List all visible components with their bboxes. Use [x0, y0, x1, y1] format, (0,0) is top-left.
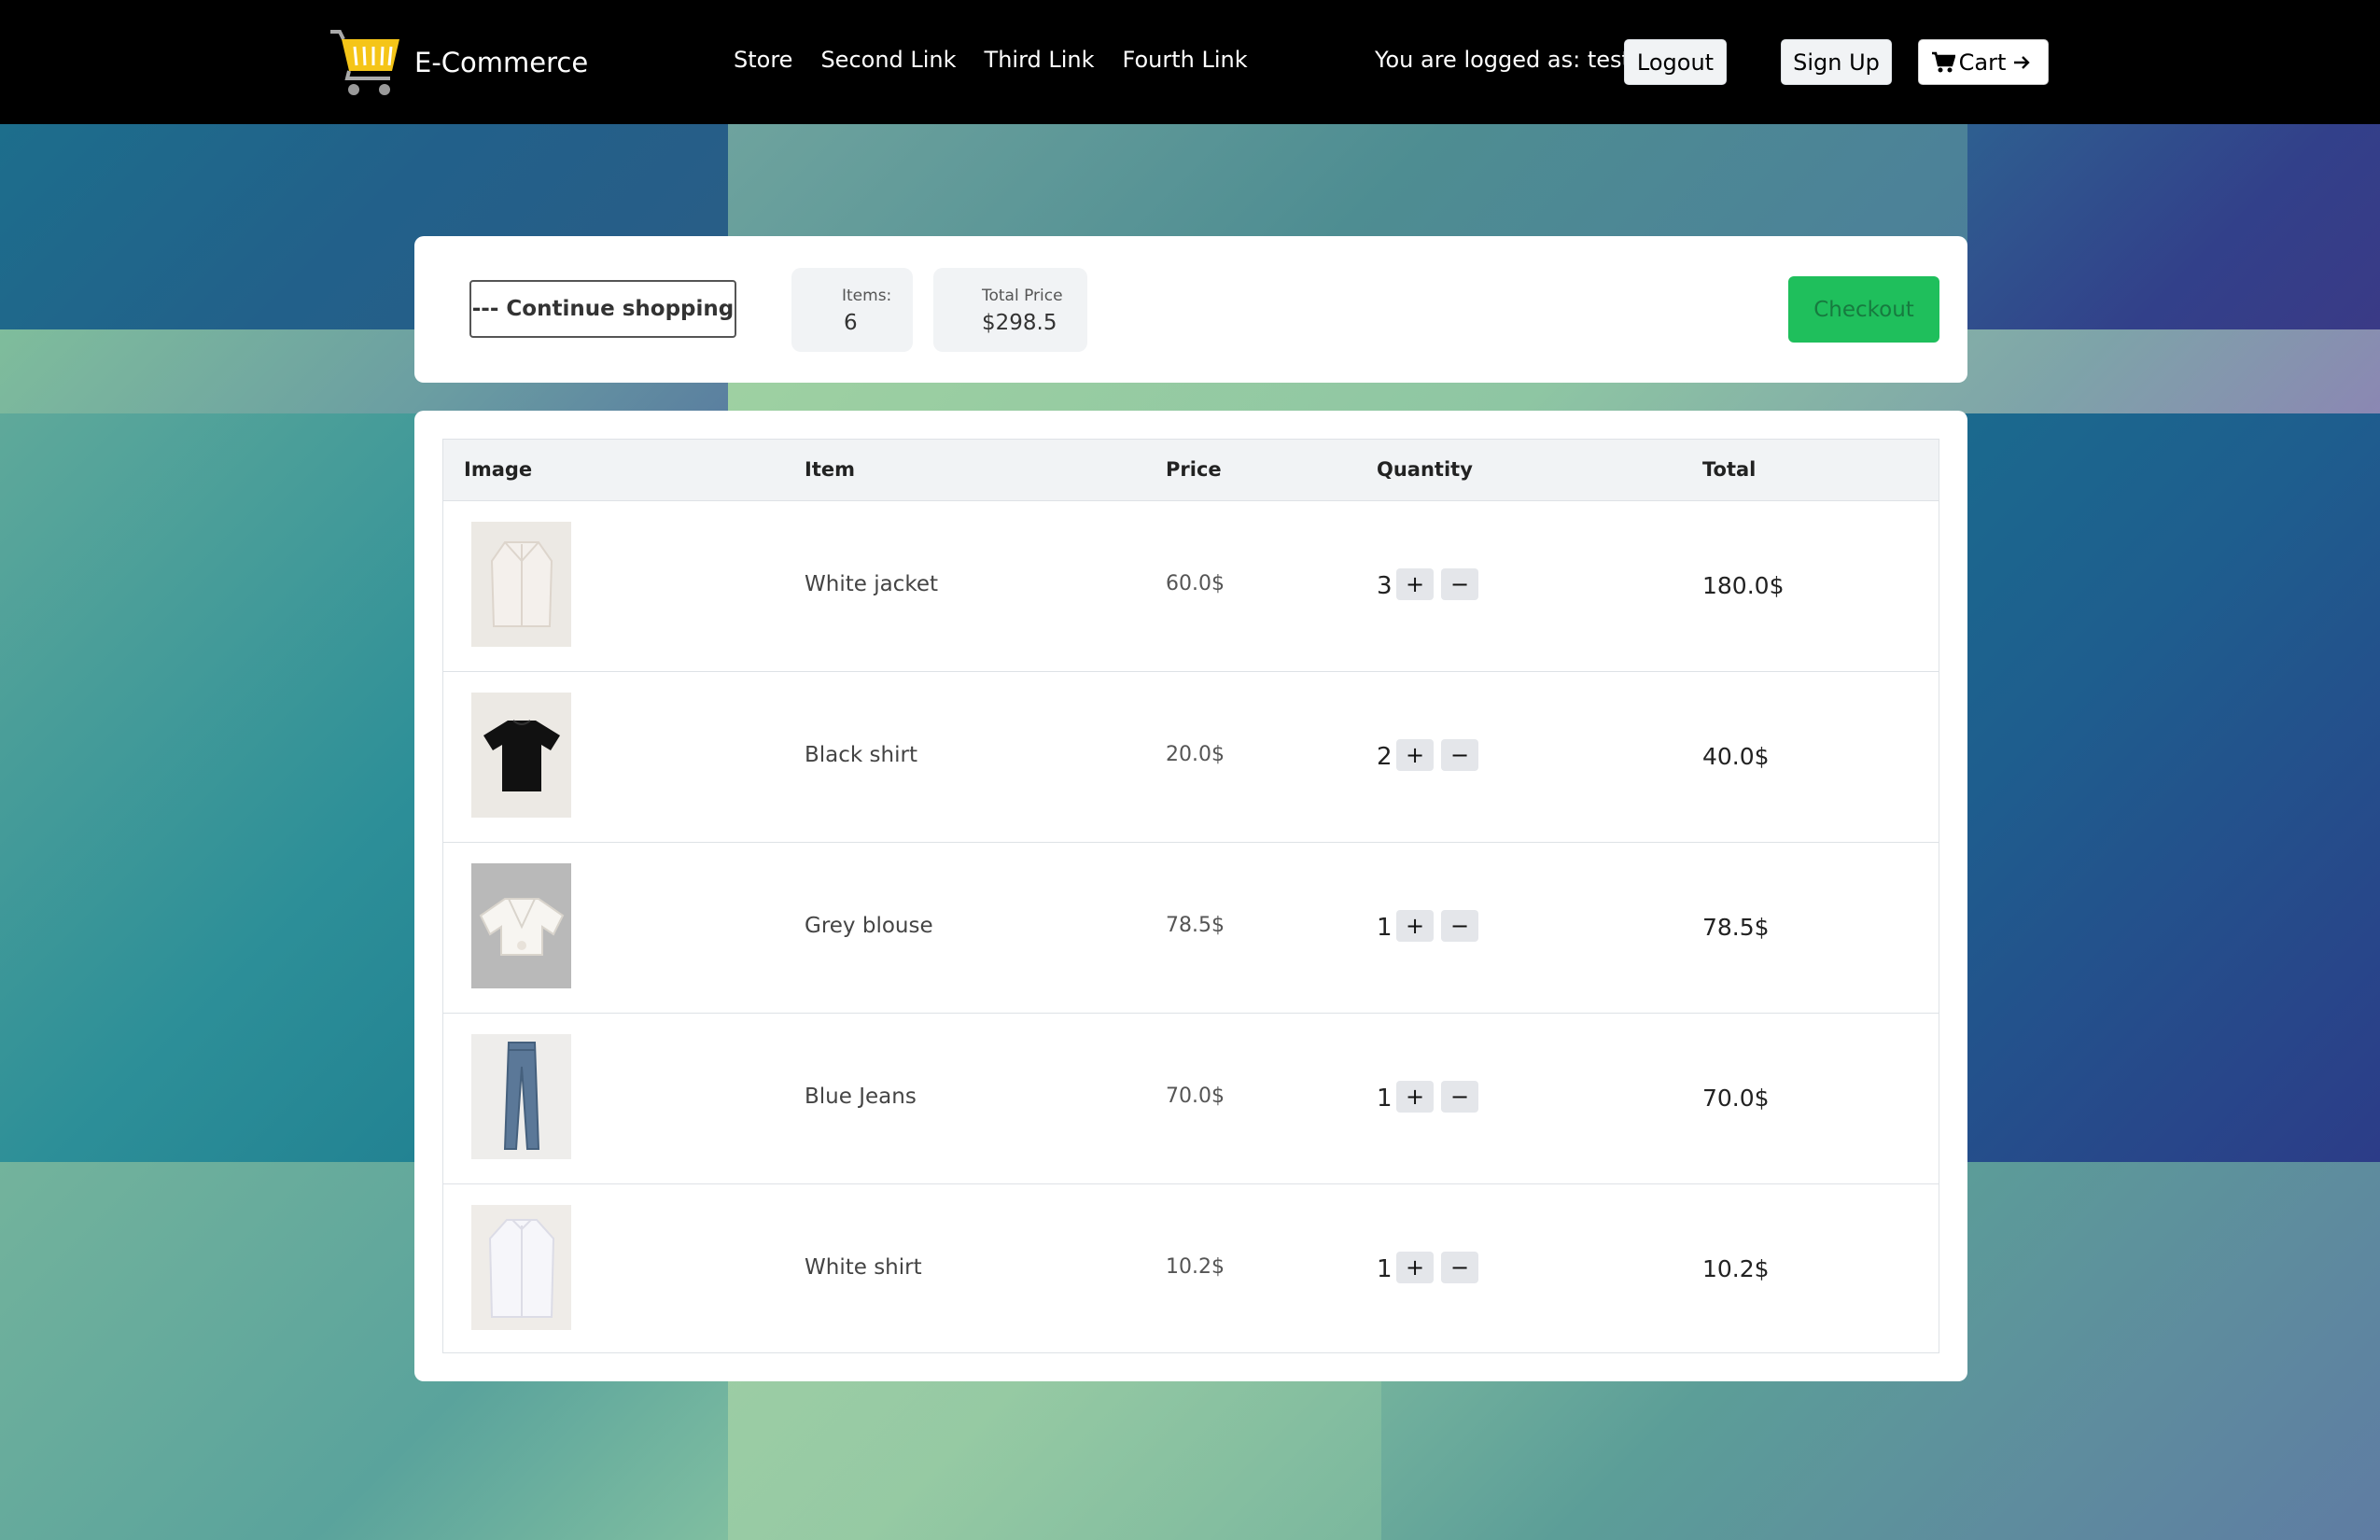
total-price-box: Total Price $298.5: [933, 268, 1087, 352]
increase-quantity-button[interactable]: +: [1396, 739, 1434, 771]
logged-user-text: You are logged as: test: [1375, 47, 1631, 73]
brand-name: E-Commerce: [414, 47, 589, 78]
decrease-quantity-button[interactable]: −: [1441, 1081, 1478, 1113]
item-price: 70.0$: [1166, 1085, 1225, 1108]
signup-button[interactable]: Sign Up: [1781, 39, 1892, 85]
brand[interactable]: E-Commerce: [329, 28, 588, 97]
cart-table: Image Item Price Quantity Total White ja…: [442, 439, 1939, 1353]
cart-summary-card: --- Continue shopping Items: 6 Total Pri…: [414, 236, 1967, 383]
navbar: E-Commerce Store Second Link Third Link …: [0, 0, 2380, 124]
item-name: Black shirt: [805, 743, 917, 767]
item-total: 10.2$: [1702, 1255, 1770, 1282]
blue-jeans-image: [471, 1034, 571, 1159]
item-quantity: 1: [1377, 1255, 1393, 1283]
items-label: Items:: [842, 287, 892, 305]
cart-button[interactable]: Cart: [1918, 39, 2049, 85]
background-panel: [1967, 124, 2380, 329]
table-row: White shirt 10.2$ 1 + − 10.2$: [443, 1184, 1939, 1355]
decrease-quantity-button[interactable]: −: [1441, 739, 1478, 771]
total-price-label: Total Price: [982, 287, 1063, 305]
item-quantity: 1: [1377, 1085, 1393, 1113]
table-row: Black shirt 20.0$ 2 + − 40.0$: [443, 672, 1939, 843]
increase-quantity-button[interactable]: +: [1396, 910, 1434, 942]
item-quantity: 3: [1377, 572, 1393, 600]
background-panel: [728, 1381, 1381, 1540]
item-name: Blue Jeans: [805, 1085, 917, 1109]
items-value: 6: [844, 311, 858, 335]
white-shirt-image: [471, 1205, 571, 1330]
item-price: 78.5$: [1166, 914, 1225, 937]
item-quantity: 2: [1377, 743, 1393, 771]
item-price: 10.2$: [1166, 1255, 1225, 1279]
arrow-right-icon: [2014, 55, 2031, 69]
item-total: 40.0$: [1702, 743, 1770, 770]
continue-shopping-button[interactable]: --- Continue shopping: [469, 280, 736, 338]
cart-label: Cart: [1958, 49, 2007, 76]
white-jacket-image: [471, 522, 571, 647]
header-item: Item: [805, 458, 855, 481]
cart-table-card: Image Item Price Quantity Total White ja…: [414, 411, 1967, 1381]
grey-blouse-image: [471, 863, 571, 988]
item-name: White jacket: [805, 572, 938, 596]
decrease-quantity-button[interactable]: −: [1441, 910, 1478, 942]
item-price: 20.0$: [1166, 743, 1225, 766]
header-image: Image: [464, 458, 533, 481]
header-total: Total: [1702, 458, 1757, 481]
nav-link-second[interactable]: Second Link: [820, 47, 956, 73]
decrease-quantity-button[interactable]: −: [1441, 568, 1478, 600]
nav-link-third[interactable]: Third Link: [985, 47, 1095, 73]
table-row: Grey blouse 78.5$ 1 + − 78.5$: [443, 843, 1939, 1014]
nav-link-fourth[interactable]: Fourth Link: [1123, 47, 1248, 73]
shopping-cart-logo-icon: [330, 30, 399, 95]
item-quantity: 1: [1377, 914, 1393, 942]
header-price: Price: [1166, 458, 1222, 481]
nav-link-store[interactable]: Store: [734, 47, 792, 73]
table-row: White jacket 60.0$ 3 + − 180.0$: [443, 501, 1939, 672]
logout-button[interactable]: Logout: [1624, 39, 1727, 85]
item-price: 60.0$: [1166, 572, 1225, 595]
item-name: White shirt: [805, 1255, 922, 1280]
checkout-button[interactable]: Checkout: [1788, 276, 1939, 343]
black-shirt-image: [471, 693, 571, 818]
item-total: 78.5$: [1702, 914, 1770, 941]
item-total: 70.0$: [1702, 1085, 1770, 1112]
total-price-value: $298.5: [982, 311, 1057, 335]
decrease-quantity-button[interactable]: −: [1441, 1252, 1478, 1283]
header-quantity: Quantity: [1377, 458, 1473, 481]
table-row: Blue Jeans 70.0$ 1 + − 70.0$: [443, 1014, 1939, 1184]
table-header: Image Item Price Quantity Total: [443, 440, 1939, 501]
item-total: 180.0$: [1702, 572, 1785, 599]
increase-quantity-button[interactable]: +: [1396, 568, 1434, 600]
nav-links: Store Second Link Third Link Fourth Link: [734, 47, 1276, 73]
item-name: Grey blouse: [805, 914, 933, 938]
items-count-box: Items: 6: [791, 268, 913, 352]
increase-quantity-button[interactable]: +: [1396, 1081, 1434, 1113]
increase-quantity-button[interactable]: +: [1396, 1252, 1434, 1283]
cart-icon: [1931, 51, 1955, 72]
